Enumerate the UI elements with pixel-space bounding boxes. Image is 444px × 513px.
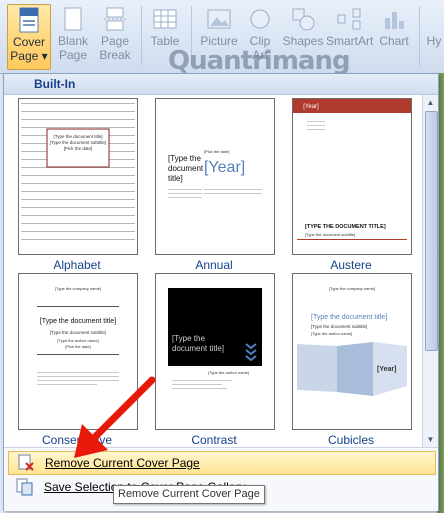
chart-label: Chart [379,34,409,48]
shapes-icon [290,6,316,32]
table-icon [152,6,178,32]
scroll-down-icon[interactable]: ▼ [423,432,438,447]
blank-page-icon [60,6,86,32]
clip-art-icon [247,6,273,32]
picture-icon [206,6,232,32]
template-thumbnail: [Year] [TYPE THE DOCUMENT TITLE] [Type t… [292,98,412,255]
hyperlink-button[interactable]: Hy [424,4,444,68]
remove-page-icon [18,454,34,471]
thumb-author: [Type the author name] [208,370,250,375]
page-break-icon [102,6,128,32]
scrollbar-thumb[interactable] [425,111,438,351]
gallery-scrollbar[interactable]: ▲ ▼ [422,95,438,447]
blank-page-label-2: Page [58,48,88,62]
template-thumbnail: [Type the document title] [Type the auth… [155,273,275,430]
cover-page-button[interactable]: Cover Page ▾ [7,4,51,70]
hyperlink-icon [424,6,444,32]
annotation-arrow-icon [74,376,156,458]
template-caption: Annual [195,258,233,272]
smartart-icon [336,6,362,32]
tooltip: Remove Current Cover Page [113,485,265,504]
section-header-label: Built-In [34,77,76,91]
thumb-date: [Pick the date] [63,146,93,151]
chart-icon [381,6,407,32]
cover-page-label-1: Cover [12,35,45,49]
template-thumbnail: [Pick the date] [Type the document title… [155,98,275,255]
ribbon-separator [141,6,142,66]
save-to-gallery-icon [16,478,33,496]
thumb-year: [Year] [377,366,397,373]
watermark-logo: Quantrimang [168,46,351,76]
template-thumbnail: [Type the company name] [Type the docume… [292,273,412,430]
thumb-subtitle: [Type the document subtitle] [305,232,356,237]
template-caption: Cubicles [327,433,375,447]
page-break-button[interactable]: Page Break [96,4,134,68]
template-caption: Contrast [191,433,237,447]
dropdown-arrow-icon: ▾ [41,49,48,63]
section-header: Built-In [4,74,438,95]
template-caption: Alphabet [53,258,101,272]
page-break-label-1: Page [100,34,130,48]
page-break-label-2: Break [99,48,131,62]
thumb-title: [TYPE THE DOCUMENT TITLE] [305,224,386,230]
hyperlink-label: Hy [426,34,442,48]
chart-button[interactable]: Chart [375,4,413,68]
blank-page-label-1: Blank [57,34,89,48]
blank-page-button[interactable]: Blank Page [54,4,92,68]
cover-page-label-2: Page [10,49,39,63]
ribbon: Cover Page ▾ Blank Page Page Break Table… [0,0,444,76]
ribbon-separator [419,6,420,66]
scroll-up-icon[interactable]: ▲ [423,95,438,110]
template-thumbnail: [Type the document title] [Type the docu… [18,98,138,255]
cover-page-icon [16,7,42,33]
template-caption: Austere [330,258,372,272]
